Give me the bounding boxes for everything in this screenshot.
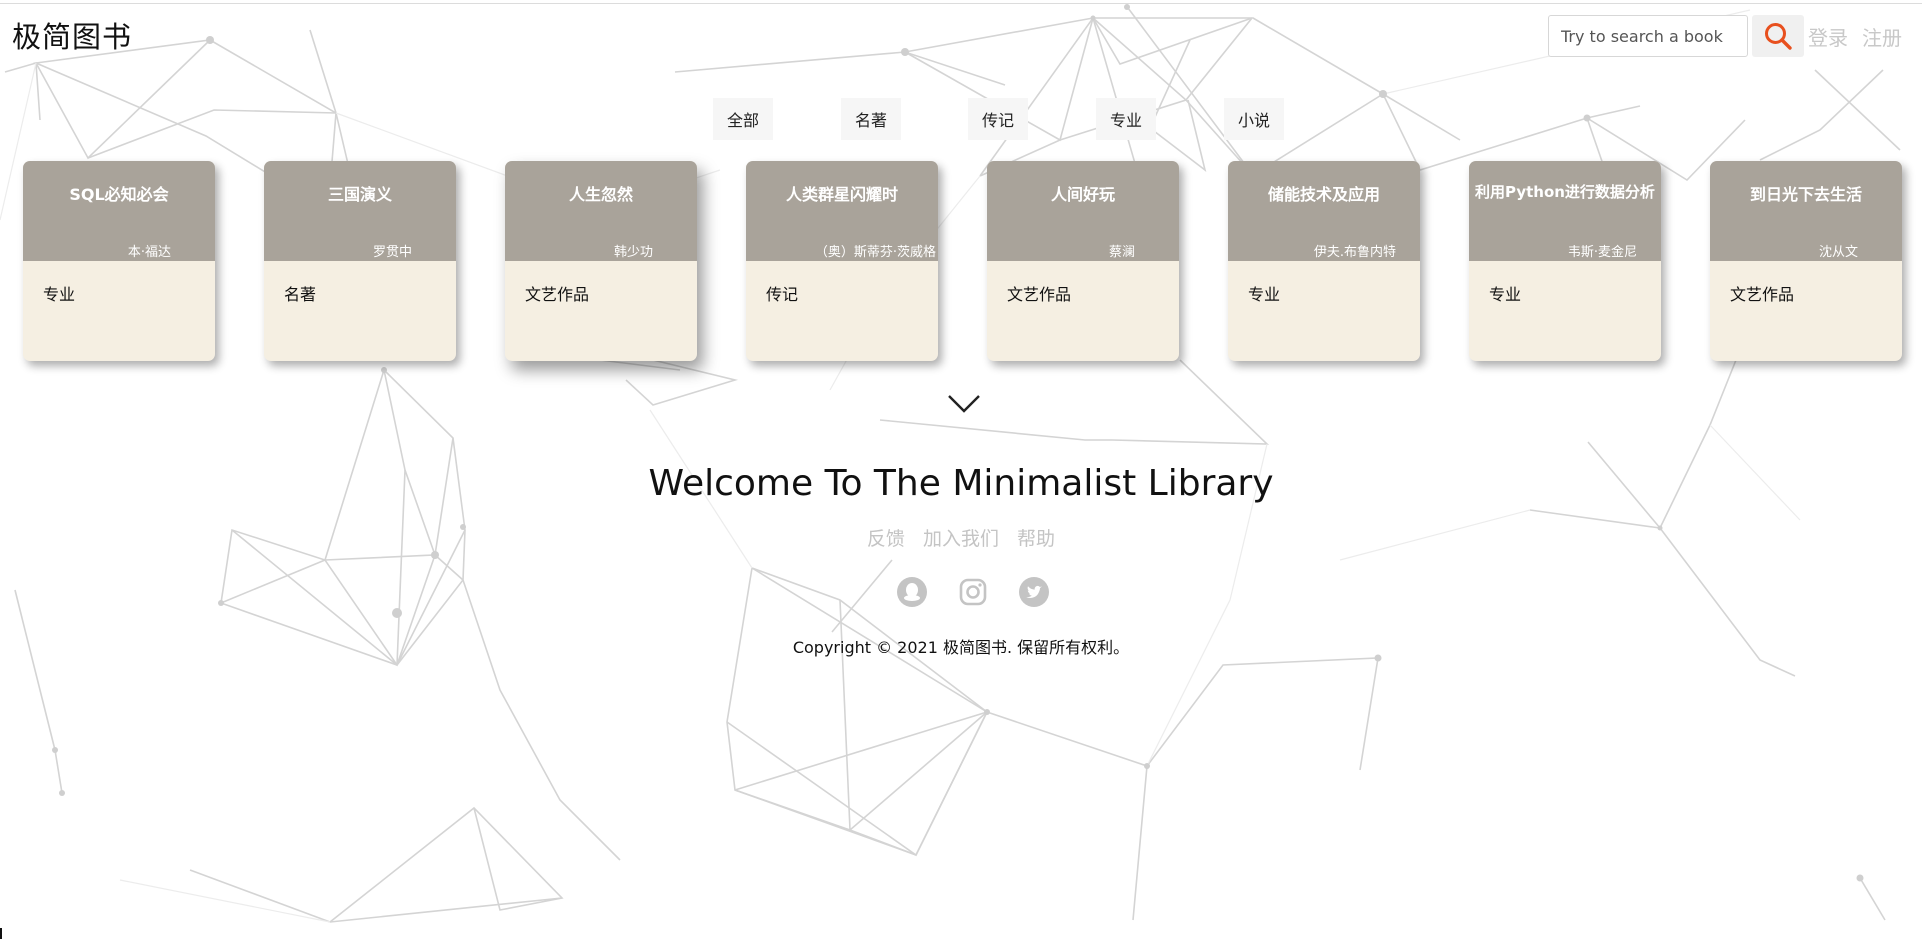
book-title: 三国演义 [327,185,392,204]
book-category: 文艺作品 [525,285,590,304]
book-card[interactable]: 人间好玩 蔡澜 文艺作品 [987,161,1179,361]
top-border [0,3,1922,4]
book-author: 韩少功 [613,245,653,260]
instagram-icon[interactable] [957,576,989,608]
book-category: 传记 [766,285,799,304]
book-card[interactable]: 三国演义 罗贯中 名著 [264,161,456,361]
welcome-heading: Welcome To The Minimalist Library [648,463,1274,504]
book-card[interactable]: 储能技术及应用 伊夫.布鲁内特 专业 [1228,161,1420,361]
book-category: 专业 [43,285,76,304]
help-link[interactable]: 帮助 [1017,528,1055,550]
book-author: 蔡澜 [1108,245,1135,260]
book-card-header: 利用Python进行数据分析 韦斯·麦金尼 [1469,161,1661,261]
book-author: 沈从文 [1818,245,1858,260]
site-logo[interactable]: 极简图书 [12,14,132,56]
qq-icon[interactable] [896,576,928,608]
search-input[interactable] [1548,15,1748,57]
copyright-text: Copyright © 2021 极简图书. 保留所有权利。 [792,638,1130,657]
twitter-icon[interactable] [1018,576,1050,608]
book-category: 文艺作品 [1730,285,1795,304]
book-card[interactable]: 利用Python进行数据分析 韦斯·麦金尼 专业 [1469,161,1661,361]
book-card[interactable]: 到日光下去生活 沈从文 文艺作品 [1710,161,1902,361]
book-category: 专业 [1489,285,1522,304]
footer-links: 反馈 加入我们 帮助 [0,524,1922,551]
book-title: 到日光下去生活 [1749,185,1862,204]
chevron-down-icon[interactable] [947,393,981,415]
tab-professional[interactable]: 专业 [1096,98,1157,140]
book-card-header: 人类群星闪耀时 （奥）斯蒂芬·茨威格 [746,161,938,261]
book-author: 罗贯中 [372,245,412,260]
book-card-header: 人间好玩 蔡澜 [987,161,1179,261]
tab-biography[interactable]: 传记 [968,98,1029,140]
book-title: 储能技术及应用 [1267,185,1380,204]
book-card-header: 到日光下去生活 沈从文 [1710,161,1902,261]
book-category: 专业 [1248,285,1281,304]
book-author: 本·福达 [127,245,171,260]
search-icon [1765,23,1792,50]
search-button[interactable] [1752,15,1804,57]
book-card[interactable]: 人生忽然 韩少功 文艺作品 [505,161,697,361]
book-card-header: SQL必知必会 本·福达 [23,161,215,261]
book-card-header: 三国演义 罗贯中 [264,161,456,261]
tab-classics[interactable]: 名著 [841,98,902,140]
book-author: 伊夫.布鲁内特 [1313,245,1396,260]
corner-mark [0,928,2,939]
book-category: 文艺作品 [1007,285,1072,304]
book-card-header: 人生忽然 韩少功 [505,161,697,261]
book-card[interactable]: SQL必知必会 本·福达 专业 [23,161,215,361]
book-title: 利用Python进行数据分析 [1475,183,1655,201]
tab-all[interactable]: 全部 [713,98,774,140]
register-link[interactable]: 注册 [1862,22,1902,51]
feedback-link[interactable]: 反馈 [867,528,905,550]
book-title: 人类群星闪耀时 [785,185,898,204]
book-card[interactable]: 人类群星闪耀时 （奥）斯蒂芬·茨威格 传记 [746,161,938,361]
book-title: SQL必知必会 [69,185,169,204]
tab-fiction[interactable]: 小说 [1224,98,1285,140]
book-author: （奥）斯蒂芬·茨威格 [814,245,936,260]
book-title: 人间好玩 [1050,185,1115,204]
book-card-header: 储能技术及应用 伊夫.布鲁内特 [1228,161,1420,261]
join-us-link[interactable]: 加入我们 [923,528,999,550]
login-link[interactable]: 登录 [1808,22,1848,51]
book-title: 人生忽然 [568,185,633,204]
book-author: 韦斯·麦金尼 [1567,245,1637,260]
book-category: 名著 [284,285,317,304]
